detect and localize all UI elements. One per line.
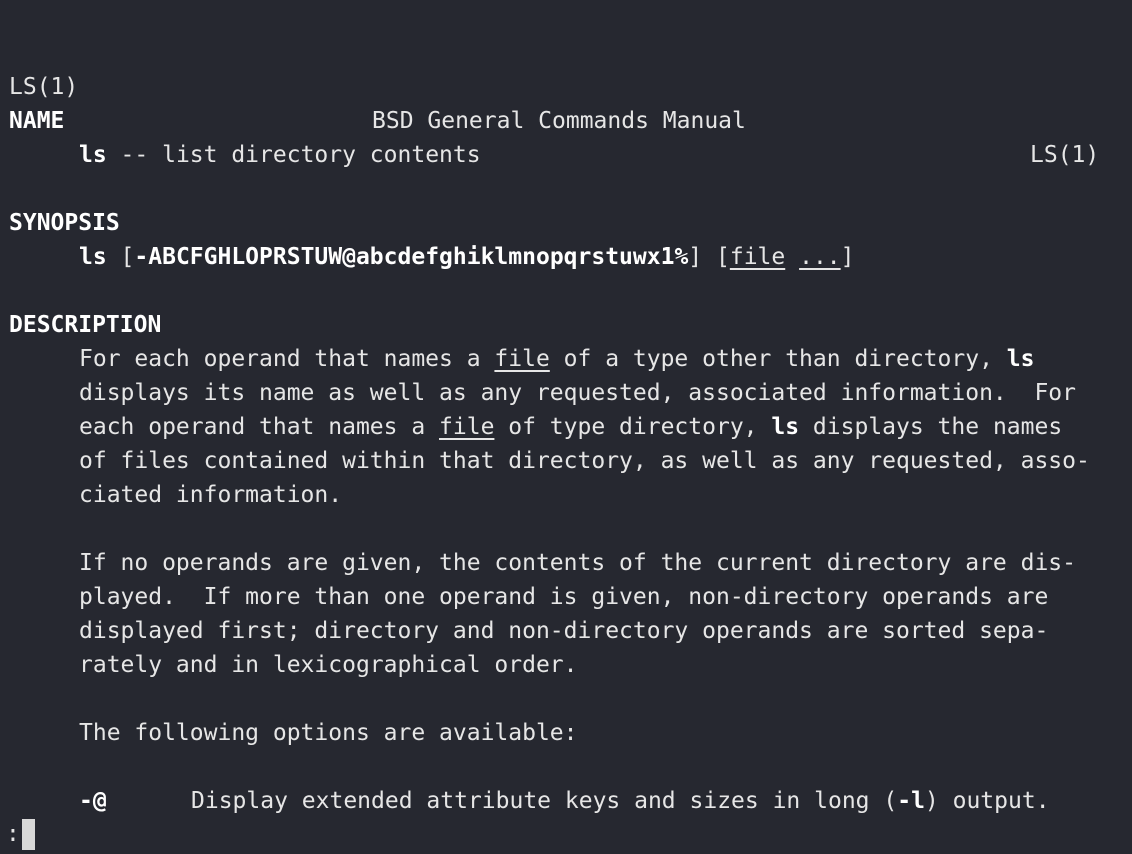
file-arg: file <box>494 346 550 372</box>
cursor-block <box>21 819 35 850</box>
header-right: LS(1) <box>1030 142 1100 168</box>
description-p2-line2: played. If more than one operand is give… <box>79 584 1049 610</box>
synopsis-line: ls [-ABCFGHLOPRSTUW@abcdefghiklmnopqrstu… <box>79 240 855 274</box>
command-ref: ls <box>771 414 800 440</box>
synopsis-space <box>785 244 799 270</box>
header-title: BSD General Commands Manual <box>372 108 746 134</box>
option-at: -@ Display extended attribute keys and si… <box>79 784 1050 818</box>
description-p2-line3: displayed first; directory and non-direc… <box>79 618 1049 644</box>
description-p1-line3: each operand that names a file of type d… <box>79 410 1062 444</box>
prompt-colon: : <box>6 821 20 847</box>
option-text-end: ) output. <box>924 788 1050 814</box>
synopsis-bracket-open: [ <box>106 244 135 270</box>
man-header: LS(1) BSD General Commands Manual LS(1) <box>0 36 1132 168</box>
description-p2-line1: If no operands are given, the contents o… <box>79 550 1076 576</box>
description-p1-line1: For each operand that names a file of a … <box>79 342 1034 376</box>
text-run: displays the names <box>799 414 1063 440</box>
description-p2-line4: rately and in lexicographical order. <box>79 652 578 678</box>
option-inline-flag: -l <box>897 788 925 814</box>
text-run: of a type other than directory, <box>549 346 1007 372</box>
option-flag: -@ <box>79 788 107 814</box>
synopsis-command: ls <box>79 244 107 270</box>
description-p1-line2: displays its name as well as any request… <box>79 380 1076 406</box>
header-left: LS(1) <box>9 74 79 100</box>
synopsis-bracket-close: ] <box>840 244 855 270</box>
text-run: For each operand that names a <box>79 346 495 372</box>
description-p1-line4: of files contained within that directory… <box>79 448 1090 474</box>
text-run: of type directory, <box>494 414 772 440</box>
name-line: ls -- list directory contents <box>79 138 481 172</box>
section-heading-synopsis: SYNOPSIS <box>9 210 120 236</box>
synopsis-ellipsis: ... <box>799 244 841 270</box>
description-p1-line5: ciated information. <box>79 482 343 508</box>
command-ref: ls <box>1006 346 1035 372</box>
command-name: ls <box>79 142 107 168</box>
section-heading-description: DESCRIPTION <box>9 312 162 338</box>
synopsis-flags: -ABCFGHLOPRSTUW@abcdefghiklmnopqrstuwx1% <box>134 244 689 270</box>
terminal-window[interactable]: LS(1) BSD General Commands Manual LS(1) … <box>0 0 1132 854</box>
section-heading-name: NAME <box>9 108 65 134</box>
option-text: Display extended attribute keys and size… <box>191 788 898 814</box>
file-arg: file <box>439 414 495 440</box>
options-intro: The following options are available: <box>79 720 578 746</box>
pager-prompt[interactable]: : <box>6 817 35 851</box>
command-summary: -- list directory contents <box>106 142 481 168</box>
synopsis-file-arg: file <box>729 244 786 270</box>
synopsis-bracket-mid: ] [ <box>688 244 730 270</box>
text-run: each operand that names a <box>79 414 440 440</box>
